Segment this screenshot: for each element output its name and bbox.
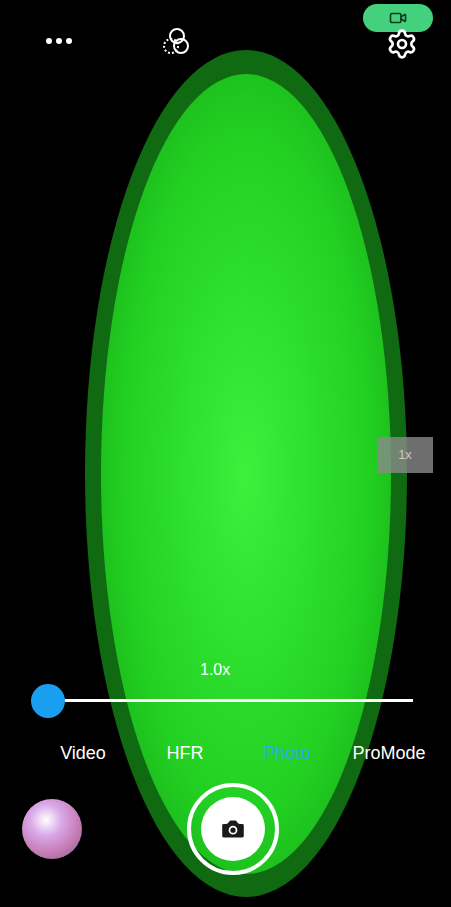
camera-screen: 1x 1.0x Video HFR Photo ProMode bbox=[0, 0, 451, 907]
mode-tab[interactable]: HFR bbox=[167, 740, 204, 767]
video-icon bbox=[389, 9, 407, 27]
mode-bar: Video HFR Photo ProMode bbox=[0, 733, 451, 773]
filter-icon[interactable] bbox=[160, 26, 192, 58]
viewfinder bbox=[85, 50, 407, 897]
zoom-slider[interactable] bbox=[48, 699, 413, 702]
top-bar bbox=[0, 0, 451, 85]
shutter-button[interactable] bbox=[187, 783, 279, 875]
more-icon[interactable] bbox=[46, 38, 72, 44]
camera-icon bbox=[219, 815, 247, 843]
zoom-slider-thumb[interactable] bbox=[31, 684, 65, 718]
gear-icon[interactable] bbox=[386, 28, 418, 60]
mode-tab[interactable]: ProMode bbox=[352, 740, 425, 767]
bottom-bar bbox=[0, 773, 451, 885]
zoom-label: 1.0x bbox=[200, 660, 230, 680]
lens-button[interactable]: 1x bbox=[377, 437, 433, 473]
mode-tab[interactable]: Photo bbox=[263, 740, 310, 767]
video-toggle-button[interactable] bbox=[363, 4, 433, 32]
mode-tab[interactable]: Video bbox=[60, 740, 106, 767]
gallery-thumbnail[interactable] bbox=[22, 799, 82, 859]
